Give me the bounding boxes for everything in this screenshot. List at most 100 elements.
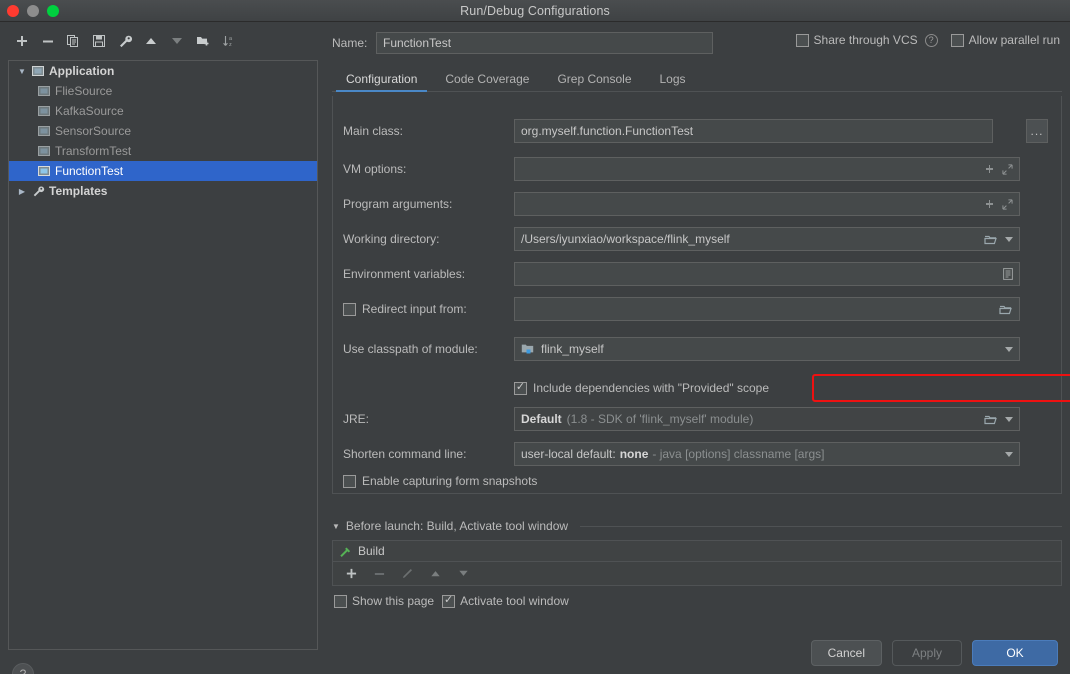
main-class-browse-button[interactable]: ... (1026, 119, 1048, 143)
tree-item-sensorsource[interactable]: SensorSource (9, 121, 317, 141)
redirect-input-checkbox[interactable]: Redirect input from: (343, 302, 467, 316)
name-label: Name: (332, 36, 368, 50)
chevron-down-icon[interactable]: ▼ (332, 522, 340, 531)
use-classpath-row: Use classpath of module: flink_myself (333, 336, 1063, 362)
ok-button[interactable]: OK (972, 640, 1058, 666)
use-classpath-dropdown[interactable]: flink_myself (514, 337, 1020, 361)
add-icon[interactable] (8, 29, 34, 53)
jre-value-primary: Default (521, 412, 562, 426)
tab-logs[interactable]: Logs (646, 67, 700, 91)
activate-tool-window-checkbox[interactable]: Activate tool window (442, 594, 569, 608)
checkbox-box[interactable] (795, 33, 809, 47)
configuration-form: Main class: org.myself.function.Function… (332, 96, 1062, 494)
sort-alphabetically-icon[interactable]: a z (216, 29, 242, 53)
run-config-icon (35, 105, 53, 117)
use-classpath-label: Use classpath of module: (343, 342, 478, 356)
environment-variables-input[interactable] (514, 262, 1020, 286)
minimize-icon[interactable] (27, 5, 39, 17)
environment-variables-row: Environment variables: (333, 261, 1063, 287)
new-folder-icon[interactable] (190, 29, 216, 53)
svg-text:z: z (229, 42, 232, 48)
save-icon[interactable] (86, 29, 112, 53)
redirect-input-field[interactable] (514, 297, 1020, 321)
close-icon[interactable] (7, 5, 19, 17)
tab-code-coverage[interactable]: Code Coverage (431, 67, 543, 91)
chevron-down-icon[interactable] (1005, 346, 1013, 352)
shorten-value-strong: none (619, 447, 649, 461)
working-directory-value: /Users/iyunxiao/workspace/flink_myself (521, 232, 730, 246)
tree-item-label: Templates (49, 184, 108, 198)
tree-item-kafkasource[interactable]: KafkaSource (9, 101, 317, 121)
run-config-icon (35, 145, 53, 157)
tab-configuration[interactable]: Configuration (332, 67, 431, 92)
edit-templates-icon[interactable] (112, 29, 138, 53)
main-class-input[interactable]: org.myself.function.FunctionTest (514, 119, 993, 143)
enable-form-snapshots-checkbox[interactable]: Enable capturing form snapshots (343, 474, 537, 488)
main-class-row: Main class: org.myself.function.Function… (333, 118, 1063, 144)
before-launch-toolbar (332, 562, 1062, 586)
chevron-down-icon[interactable] (1005, 416, 1013, 422)
vm-options-input[interactable] (514, 157, 1020, 181)
working-directory-row: Working directory: /Users/iyunxiao/works… (333, 226, 1063, 252)
checkbox-box[interactable] (343, 302, 356, 316)
program-arguments-icons (984, 198, 1013, 210)
checkbox-box[interactable] (442, 594, 456, 608)
program-arguments-input[interactable] (514, 192, 1020, 216)
share-through-vcs-checkbox[interactable]: Share through VCS (795, 33, 918, 47)
move-up-icon (423, 563, 447, 585)
dialog-buttons: Cancel Apply OK (810, 640, 1058, 666)
chevron-down-icon[interactable]: ▼ (15, 67, 29, 76)
tree-item-label: SensorSource (55, 124, 132, 138)
before-launch-item-label: Build (358, 544, 385, 558)
checkbox-box[interactable] (950, 33, 964, 47)
checkbox-box[interactable] (514, 381, 527, 395)
jre-value-secondary: (1.8 - SDK of 'flink_myself' module) (566, 412, 754, 426)
remove-icon[interactable] (34, 29, 60, 53)
before-launch-header[interactable]: ▼ Before launch: Build, Activate tool wi… (332, 517, 1062, 535)
window-title: Run/Debug Configurations (460, 3, 610, 18)
run-config-icon (35, 85, 53, 97)
maximize-icon[interactable] (47, 5, 59, 17)
folder-icon (984, 415, 997, 424)
add-icon[interactable] (339, 563, 363, 585)
move-up-icon[interactable] (138, 29, 164, 53)
before-launch-list[interactable]: Build (332, 540, 1062, 562)
include-provided-scope-checkbox[interactable]: Include dependencies with "Provided" sco… (514, 381, 769, 395)
allow-parallel-run-label: Allow parallel run (968, 33, 1060, 47)
tab-grep-console[interactable]: Grep Console (543, 67, 645, 91)
allow-parallel-run-checkbox[interactable]: Allow parallel run (950, 33, 1060, 47)
env-list-icon (1003, 268, 1013, 280)
jre-dropdown[interactable]: Default (1.8 - SDK of 'flink_myself' mod… (514, 407, 1020, 431)
tree-item-label: FunctionTest (55, 164, 124, 178)
name-input[interactable]: FunctionTest (376, 32, 713, 54)
copy-icon[interactable] (60, 29, 86, 53)
checkbox-box[interactable] (343, 474, 356, 488)
title-bar: Run/Debug Configurations (0, 0, 1070, 22)
expand-icon (1002, 163, 1013, 175)
chevron-down-icon[interactable] (1005, 451, 1013, 457)
shorten-command-line-dropdown[interactable]: user-local default: none - java [options… (514, 442, 1020, 466)
question-icon[interactable]: ? (924, 33, 938, 47)
tree-item-templates[interactable]: ▶ Templates (9, 181, 317, 201)
tree-item-fliesource[interactable]: FlieSource (9, 81, 317, 101)
working-directory-label: Working directory: (343, 232, 440, 246)
chevron-down-icon[interactable] (1005, 236, 1013, 242)
chevron-right-icon[interactable]: ▶ (15, 187, 29, 196)
configurations-tree[interactable]: ▼ Application FlieSource KafkaSource Sen… (8, 60, 318, 650)
show-this-page-checkbox[interactable]: Show this page (334, 594, 434, 608)
use-classpath-icons (1005, 346, 1013, 352)
move-down-icon[interactable] (164, 29, 190, 53)
program-arguments-row: Program arguments: (333, 191, 1063, 217)
tree-item-transformtest[interactable]: TransformTest (9, 141, 317, 161)
cancel-button[interactable]: Cancel (810, 640, 882, 666)
working-directory-icons (984, 234, 1013, 245)
vm-options-icons (984, 163, 1013, 175)
before-launch-title: Before launch: Build, Activate tool wind… (345, 519, 569, 533)
checkbox-box[interactable] (334, 594, 347, 608)
folder-icon (984, 235, 997, 244)
working-directory-input[interactable]: /Users/iyunxiao/workspace/flink_myself (514, 227, 1020, 251)
tree-item-application[interactable]: ▼ Application (9, 61, 317, 81)
apply-button[interactable]: Apply (892, 640, 962, 666)
tree-item-functiontest[interactable]: FunctionTest (9, 161, 317, 181)
help-button[interactable]: ? (12, 663, 34, 674)
